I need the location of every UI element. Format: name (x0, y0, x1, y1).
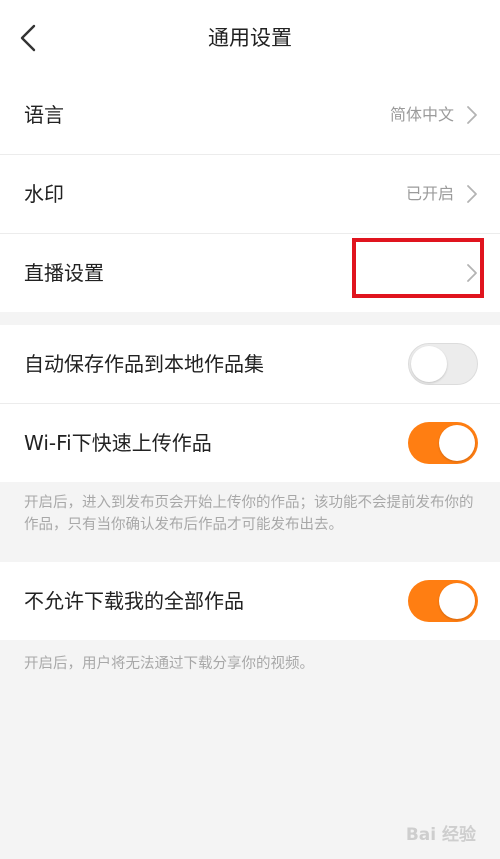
baidu-jingyan-watermark: Bai 经验 (405, 825, 476, 845)
live-settings-label: 直播设置 (24, 261, 104, 285)
wifi-upload-note: 开启后，进入到发布页会开始上传你的作品；该功能不会提前发布你的作品，只有当你确认… (24, 495, 474, 533)
chevron-right-icon (467, 185, 477, 203)
upload-settings-group: 自动保存作品到本地作品集 Wi-Fi下快速上传作品 (0, 325, 500, 482)
toggle-knob (439, 425, 475, 461)
language-value: 简体中文 (389, 105, 454, 124)
wifi-upload-label: Wi-Fi下快速上传作品 (24, 431, 212, 455)
toggle-knob (439, 583, 475, 619)
header-bar: 通用设置 (0, 0, 500, 77)
language-row[interactable]: 语言 简体中文 (0, 76, 500, 155)
watermark-value: 已开启 (405, 184, 454, 203)
language-label: 语言 (24, 103, 64, 127)
watermark-row[interactable]: 水印 已开启 (0, 155, 500, 234)
auto-save-label: 自动保存作品到本地作品集 (24, 352, 264, 376)
chevron-left-icon (20, 24, 36, 52)
auto-save-toggle[interactable] (408, 343, 478, 385)
page-title: 通用设置 (208, 26, 292, 50)
back-button[interactable] (10, 18, 50, 58)
download-note: 开启后，用户将无法通过下载分享你的视频。 (24, 656, 314, 672)
wifi-upload-row: Wi-Fi下快速上传作品 (0, 404, 500, 482)
chevron-right-icon (467, 264, 477, 282)
disallow-download-toggle[interactable] (408, 580, 478, 622)
auto-save-row: 自动保存作品到本地作品集 (0, 325, 500, 404)
chevron-right-icon (467, 106, 477, 124)
toggle-knob (411, 346, 447, 382)
live-settings-row[interactable]: 直播设置 (0, 234, 500, 312)
watermark-label: 水印 (24, 182, 64, 206)
general-settings-group: 语言 简体中文 水印 已开启 直播设置 (0, 76, 500, 312)
download-settings-group: 不允许下载我的全部作品 (0, 562, 500, 640)
wifi-upload-toggle[interactable] (408, 422, 478, 464)
disallow-download-row: 不允许下载我的全部作品 (0, 562, 500, 640)
disallow-download-label: 不允许下载我的全部作品 (24, 589, 244, 613)
